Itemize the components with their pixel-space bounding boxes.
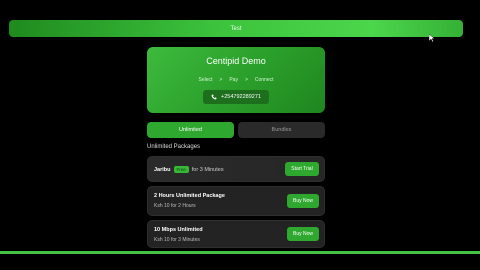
- free-badge: Free: [173, 166, 189, 173]
- step-pay: Pay: [229, 77, 238, 83]
- hero-title: Centipid Demo: [206, 56, 266, 66]
- phone-number: +254792289271: [221, 94, 261, 100]
- trial-package-card: Jaribu Free for 3 Minutes Start Trial: [147, 156, 325, 182]
- step-separator: >: [219, 77, 223, 83]
- tab-bundles[interactable]: Bundles: [238, 122, 325, 138]
- step-connect: Connect: [254, 77, 274, 83]
- start-trial-button[interactable]: Start Trial: [285, 162, 319, 176]
- step-select: Select: [198, 77, 213, 83]
- trial-duration: for 3 Minutes: [191, 166, 224, 173]
- steps-breadcrumb: Select > Pay > Connect: [147, 77, 325, 83]
- test-banner[interactable]: Test: [9, 20, 463, 37]
- hero-card: Centipid Demo Select > Pay > Connect +25…: [147, 47, 325, 113]
- test-banner-label: Test: [230, 25, 242, 32]
- package-name: 2 Hours Unlimited Package: [154, 193, 225, 199]
- phone-icon: [211, 94, 217, 100]
- bottom-accent-bar: [0, 251, 480, 254]
- step-separator: >: [244, 77, 248, 83]
- package-card: 10 Mbps Unlimited Ksh 10 for 3 Minutes B…: [147, 220, 325, 248]
- package-card: 2 Hours Unlimited Package Ksh 10 for 2 H…: [147, 186, 325, 216]
- package-price: Ksh 10 for 2 Hours: [154, 203, 196, 209]
- buy-now-button[interactable]: Buy Now: [287, 227, 319, 241]
- trial-package-name: Jaribu: [154, 166, 171, 173]
- tab-unlimited[interactable]: Unlimited: [147, 122, 234, 138]
- buy-now-button[interactable]: Buy Now: [287, 194, 319, 208]
- phone-contact-button[interactable]: +254792289271: [203, 90, 269, 104]
- package-price: Ksh 10 for 3 Minutes: [154, 237, 200, 243]
- package-name: 10 Mbps Unlimited: [154, 227, 203, 233]
- section-title: Unlimited Packages: [147, 144, 201, 150]
- mouse-cursor-icon: [429, 34, 435, 42]
